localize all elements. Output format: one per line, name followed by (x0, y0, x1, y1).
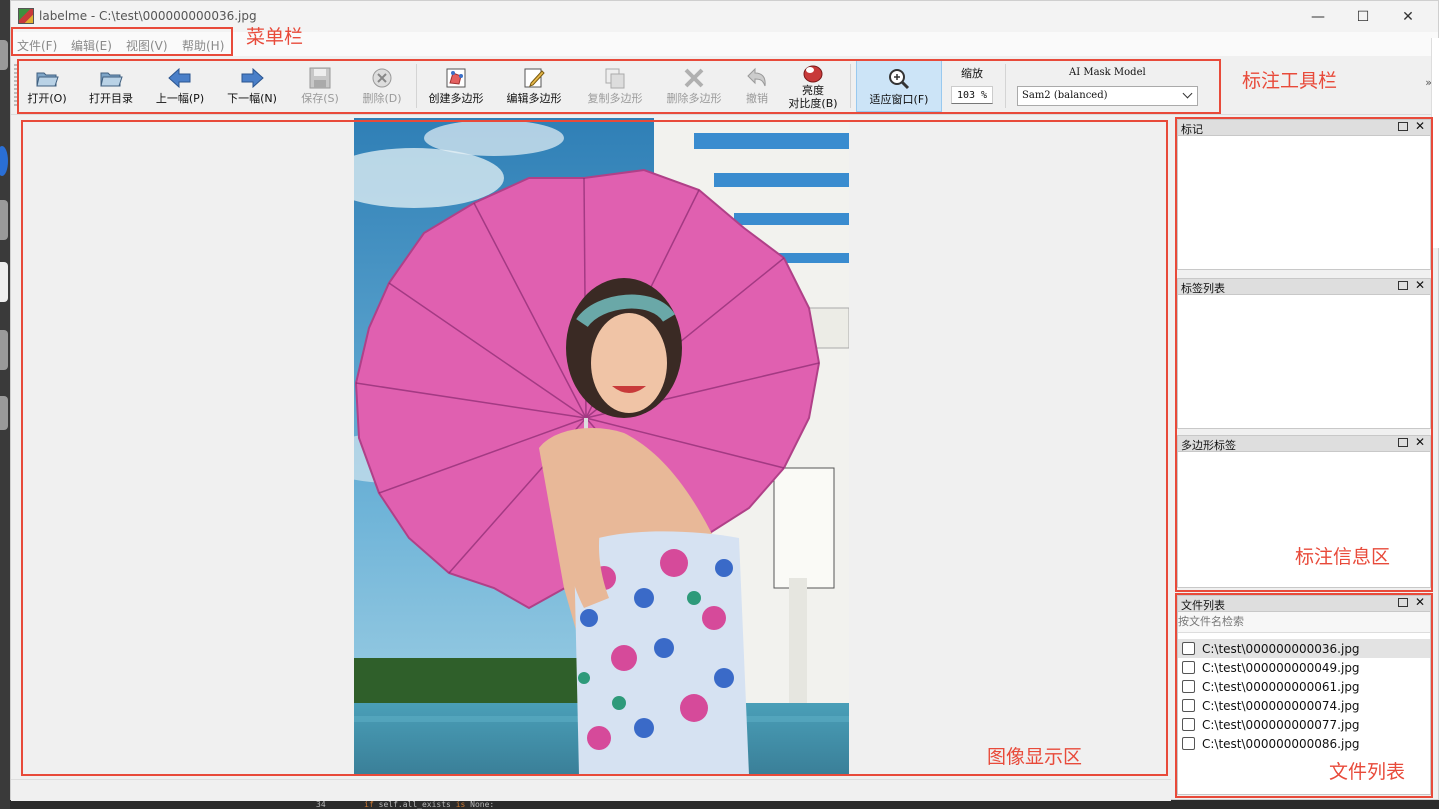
image-area-annotation-label: 图像显示区 (987, 746, 1083, 768)
menubar-annotation-box (11, 27, 233, 56)
info-area-annotation-label: 标注信息区 (1295, 546, 1391, 568)
status-bar (11, 779, 1171, 801)
file-list-annotation-label: 文件列表 (1329, 761, 1406, 783)
minimize-icon: — (1311, 8, 1325, 25)
info-area-annotation-box (1175, 117, 1433, 592)
window-title: labelme - C:\test\000000000036.jpg (39, 9, 257, 23)
close-icon: ✕ (1402, 8, 1414, 25)
image-area-annotation-box (21, 120, 1168, 776)
close-button[interactable]: ✕ (1385, 3, 1431, 30)
background-code-line: 34 if self.all_exists is None: (308, 800, 1439, 809)
desktop-edge (0, 0, 10, 809)
minimize-button[interactable]: — (1295, 3, 1341, 30)
toolbar-annotation-box (17, 59, 1221, 114)
maximize-button[interactable]: ☐ (1340, 3, 1386, 30)
toolbar-annotation-label: 标注工具栏 (1242, 70, 1338, 92)
menubar-annotation-label: 菜单栏 (246, 26, 304, 48)
app-icon (18, 8, 34, 24)
maximize-icon: ☐ (1356, 8, 1370, 25)
